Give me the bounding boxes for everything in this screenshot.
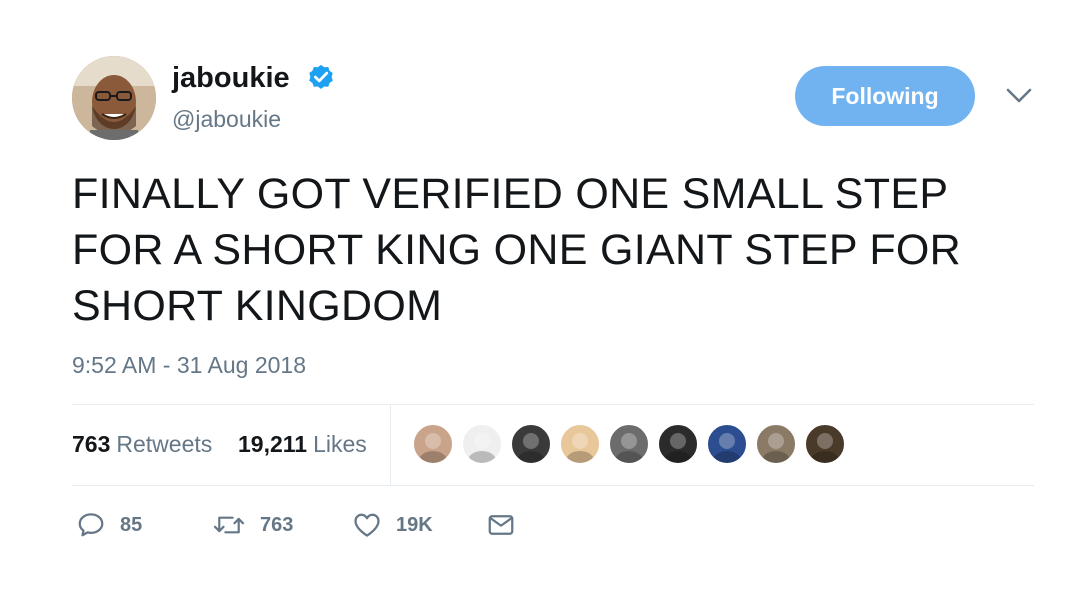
liker-avatar[interactable]	[804, 423, 846, 465]
reply-button[interactable]: 85	[76, 510, 142, 540]
like-button[interactable]: 19K	[352, 510, 433, 540]
like-count: 19K	[396, 513, 433, 536]
liker-avatar[interactable]	[559, 423, 601, 465]
retweets-count: 763	[72, 431, 111, 457]
display-name[interactable]: jaboukie	[172, 60, 290, 96]
reply-count: 85	[120, 513, 143, 536]
avatar[interactable]	[72, 56, 156, 140]
retweet-icon	[213, 516, 245, 534]
following-button[interactable]: Following	[795, 66, 975, 126]
retweet-count: 763	[260, 513, 294, 536]
avatar-image	[72, 56, 156, 140]
retweet-button[interactable]: 763	[212, 510, 293, 540]
likes-stat[interactable]: 19,211 Likes	[238, 430, 367, 458]
liker-avatar[interactable]	[755, 423, 797, 465]
direct-message-button[interactable]	[486, 510, 516, 540]
liker-avatar[interactable]	[510, 423, 552, 465]
divider	[72, 485, 1034, 486]
envelope-icon	[488, 515, 514, 535]
liker-avatar[interactable]	[412, 423, 454, 465]
stats-divider	[390, 405, 391, 485]
liker-avatar[interactable]	[706, 423, 748, 465]
chevron-down-icon[interactable]	[1004, 86, 1034, 106]
liker-avatar[interactable]	[461, 423, 503, 465]
likes-label: Likes	[313, 431, 367, 457]
liker-avatar[interactable]	[608, 423, 650, 465]
retweets-label: Retweets	[116, 431, 213, 457]
verified-badge-icon	[309, 64, 333, 89]
heart-icon	[354, 513, 380, 537]
likes-count: 19,211	[238, 431, 308, 457]
divider	[72, 404, 1034, 405]
reply-icon	[78, 513, 104, 537]
tweet-timestamp[interactable]: 9:52 AM - 31 Aug 2018	[72, 350, 306, 380]
user-handle[interactable]: @jaboukie	[172, 104, 281, 134]
liker-avatar[interactable]	[657, 423, 699, 465]
tweet-card: jaboukie @jaboukie Following FINALLY GOT…	[0, 0, 1074, 590]
tweet-text: FINALLY GOT VERIFIED ONE SMALL STEP FOR …	[72, 170, 961, 330]
retweets-stat[interactable]: 763 Retweets	[72, 430, 212, 458]
